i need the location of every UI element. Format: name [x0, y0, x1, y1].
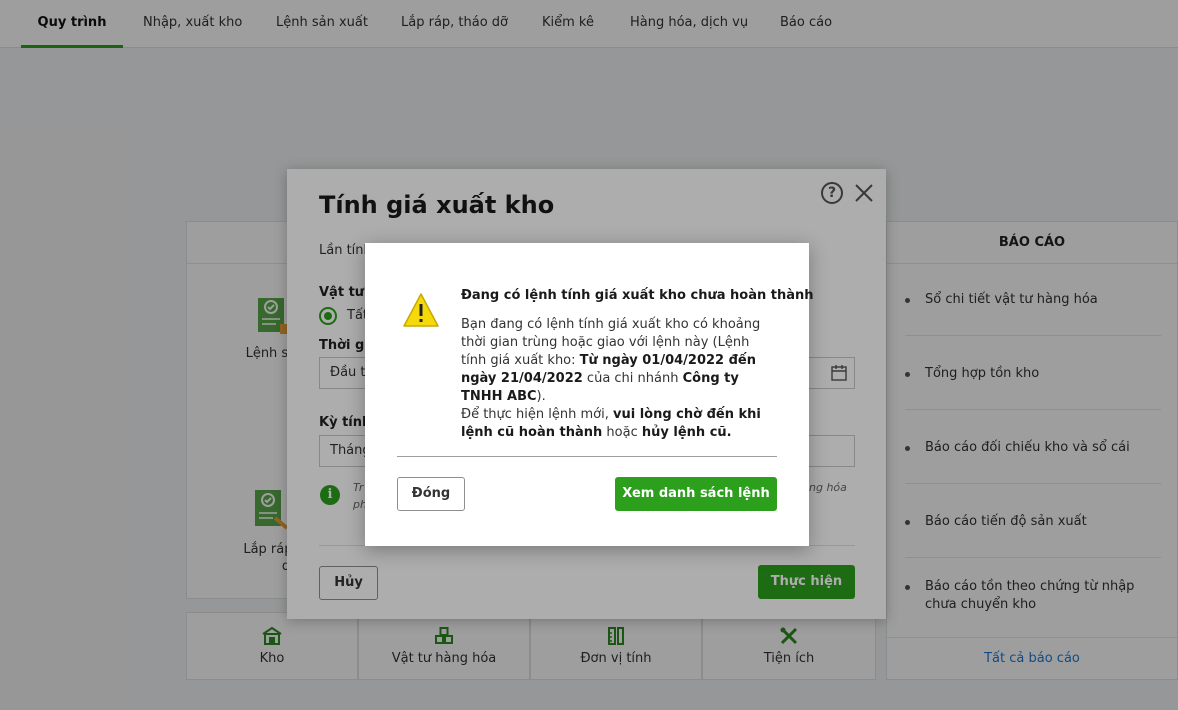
message-text: ).: [536, 389, 546, 404]
warning-message: Bạn đang có lệnh tính giá xuất kho có kh…: [461, 316, 777, 442]
close-button[interactable]: Đóng: [397, 477, 465, 511]
message-text: hoặc: [602, 425, 642, 440]
warning-divider: [397, 456, 777, 457]
message-text: Để thực hiện lệnh mới,: [461, 407, 613, 422]
message-text: của chi nhánh: [582, 371, 683, 386]
warning-icon: [403, 293, 439, 327]
warning-dialog: Đang có lệnh tính giá xuất kho chưa hoàn…: [365, 243, 814, 546]
message-cancel-old: hủy lệnh cũ.: [641, 425, 732, 440]
warning-title: Đang có lệnh tính giá xuất kho chưa hoàn…: [461, 288, 814, 303]
view-orders-button[interactable]: Xem danh sách lệnh: [615, 477, 777, 511]
